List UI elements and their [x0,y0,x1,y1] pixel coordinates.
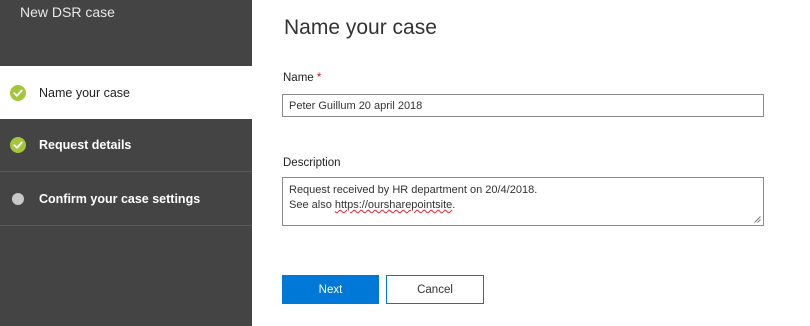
description-line-2-suffix: . [452,199,456,211]
description-link: https://oursharepointsite [334,199,453,211]
cancel-button[interactable]: Cancel [386,275,484,304]
required-mark: * [316,72,322,84]
page-title: Name your case [284,16,437,39]
description-line-2-prefix: See also [289,199,335,211]
pending-dot-icon [12,193,24,205]
step-confirm-settings[interactable]: Confirm your case settings [0,173,252,226]
description-line-2: See also https://oursharepointsite. [289,198,757,213]
check-circle-icon [10,137,26,153]
step-label: Name your case [39,85,131,100]
resize-handle-icon[interactable] [754,216,761,223]
description-label: Description [283,157,341,169]
description-textarea[interactable]: Request received by HR department on 20/… [282,177,764,226]
name-label-text: Name [283,72,314,84]
step-label: Request details [39,138,132,152]
check-circle-icon [10,84,26,101]
wizard-sidebar: New DSR case Name your case Request deta… [0,0,252,326]
main-panel: Name your case Name * Description Reques… [252,0,810,326]
step-name-your-case[interactable]: Name your case [0,66,252,119]
step-request-details[interactable]: Request details [0,119,252,172]
next-button[interactable]: Next [282,275,379,304]
name-input[interactable] [282,94,764,117]
name-label: Name * [283,72,321,84]
wizard-title: New DSR case [20,4,115,20]
description-line-1: Request received by HR department on 20/… [289,184,538,196]
step-label: Confirm your case settings [39,192,201,206]
